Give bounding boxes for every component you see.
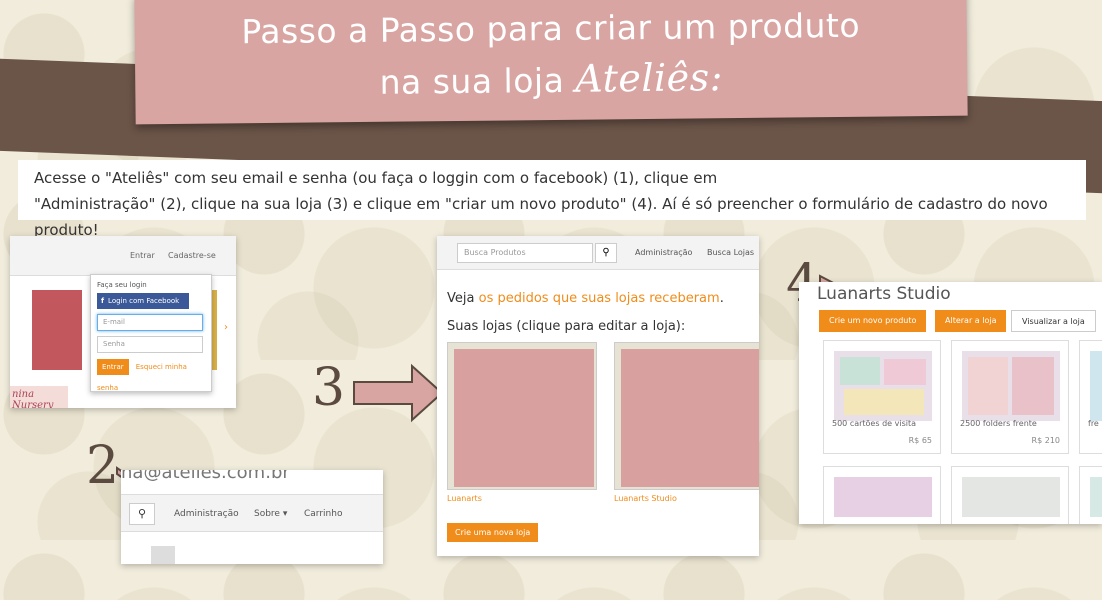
product-price: R$ 210 — [1031, 436, 1060, 445]
search-input[interactable]: Busca Produtos — [457, 243, 593, 263]
screenshot-admin-nav: na@atelies.com.br ⚲ Administração Sobre … — [121, 470, 383, 564]
product-card[interactable] — [823, 466, 941, 524]
facebook-icon: f — [101, 297, 105, 305]
store-image — [454, 349, 594, 487]
search-button[interactable]: ⚲ — [129, 503, 155, 525]
magnifier-icon: ⚲ — [137, 507, 147, 520]
login-popup: Faça seu login f Login com Facebook E-mai… — [90, 274, 212, 392]
title-line-1: Passo a Passo para criar um produto — [241, 5, 861, 52]
store-name-link[interactable]: Luanarts Studio — [614, 494, 677, 503]
banner-text: nina Nursery — [10, 386, 68, 408]
orders-link[interactable]: os pedidos que suas lojas receberam — [479, 291, 720, 306]
orders-message: Veja os pedidos que suas lojas receberam… — [447, 291, 724, 306]
product-card[interactable] — [1079, 466, 1102, 524]
create-store-button[interactable]: Crie uma nova loja — [447, 523, 539, 542]
screenshot-store-admin: Luanarts Studio Crie um novo produto Alt… — [799, 282, 1102, 524]
store-title: Luanarts Studio — [817, 284, 951, 304]
password-field[interactable]: Senha — [97, 336, 203, 353]
user-email: na@atelies.com.br — [121, 470, 290, 483]
navbar: Busca Produtos ⚲ Administração Busca Loj… — [437, 236, 759, 270]
product-image — [962, 351, 1060, 421]
magnifier-icon: ⚲ — [602, 247, 610, 258]
view-store-button[interactable]: Visualizar a loja — [1011, 310, 1096, 332]
search-button[interactable]: ⚲ — [595, 243, 617, 263]
product-card[interactable]: fre — [1079, 340, 1102, 454]
instructions-box: Acesse o "Ateliês" com seu email e senha… — [18, 160, 1086, 239]
title-prefix: na sua loja — [379, 60, 565, 102]
product-price: R$ 65 — [908, 436, 932, 445]
instructions-line-1: Acesse o "Ateliês" com seu email e senha… — [34, 169, 718, 187]
store-image — [621, 349, 759, 487]
brand-name: Ateliês: — [575, 55, 724, 101]
nav-sobre-dropdown[interactable]: Sobre ▾ — [254, 509, 287, 519]
product-image — [962, 477, 1060, 517]
product-name: fre — [1088, 419, 1099, 428]
product-image — [834, 351, 932, 421]
screenshot-stores: Busca Produtos ⚲ Administração Busca Loj… — [437, 236, 759, 556]
login-submit-button[interactable]: Entrar — [97, 359, 129, 375]
nav-cadastre-link[interactable]: Cadastre-se — [168, 251, 216, 260]
orders-suffix: . — [719, 291, 724, 306]
create-product-button[interactable]: Crie um novo produto — [819, 310, 927, 332]
caret-down-icon: ▾ — [282, 509, 288, 519]
product-thumbnail[interactable] — [32, 290, 82, 370]
product-image — [834, 477, 932, 517]
arrow-step-3 — [353, 363, 444, 423]
facebook-login-label: Login com Facebook — [108, 297, 180, 305]
product-name: 500 cartões de visita — [832, 419, 916, 428]
title-card: Passo a Passo para criar um produto na s… — [134, 0, 968, 125]
email-field[interactable]: E-mail — [97, 314, 203, 331]
image-fragment — [151, 546, 175, 564]
stores-heading: Suas lojas (clique para editar a loja): — [447, 319, 686, 334]
chevron-right-icon[interactable]: › — [224, 322, 228, 333]
product-image — [1090, 351, 1102, 421]
step-number-3: 3 — [312, 358, 346, 418]
product-card[interactable]: 500 cartões de visita R$ 65 — [823, 340, 941, 454]
product-card[interactable] — [951, 466, 1069, 524]
product-image — [1090, 477, 1102, 517]
facebook-login-button[interactable]: f Login com Facebook — [97, 293, 189, 309]
edit-store-button[interactable]: Alterar a loja — [935, 310, 1007, 332]
screenshot-login: Entrar Cadastre-se › nina Nursery Faça s… — [10, 236, 236, 408]
product-card[interactable]: 2500 folders frente R$ 210 — [951, 340, 1069, 454]
nav-administracao-link[interactable]: Administração — [635, 248, 692, 257]
store-card[interactable] — [614, 342, 759, 490]
nav-sobre-label: Sobre — [254, 509, 280, 519]
title-line-2: na sua loja Ateliês: — [135, 50, 967, 111]
nav-entrar-link[interactable]: Entrar — [130, 251, 155, 260]
popup-title: Faça seu login — [97, 281, 147, 289]
nav-administracao-link[interactable]: Administração — [174, 509, 239, 519]
product-name: 2500 folders frente — [960, 419, 1037, 428]
nav-busca-lojas-link[interactable]: Busca Lojas — [707, 248, 754, 257]
store-card[interactable] — [447, 342, 597, 490]
navbar: ⚲ Administração Sobre ▾ Carrinho — [121, 494, 383, 532]
nav-carrinho-link[interactable]: Carrinho — [304, 509, 342, 519]
store-name-link[interactable]: Luanarts — [447, 494, 482, 503]
orders-prefix: Veja — [447, 291, 475, 306]
